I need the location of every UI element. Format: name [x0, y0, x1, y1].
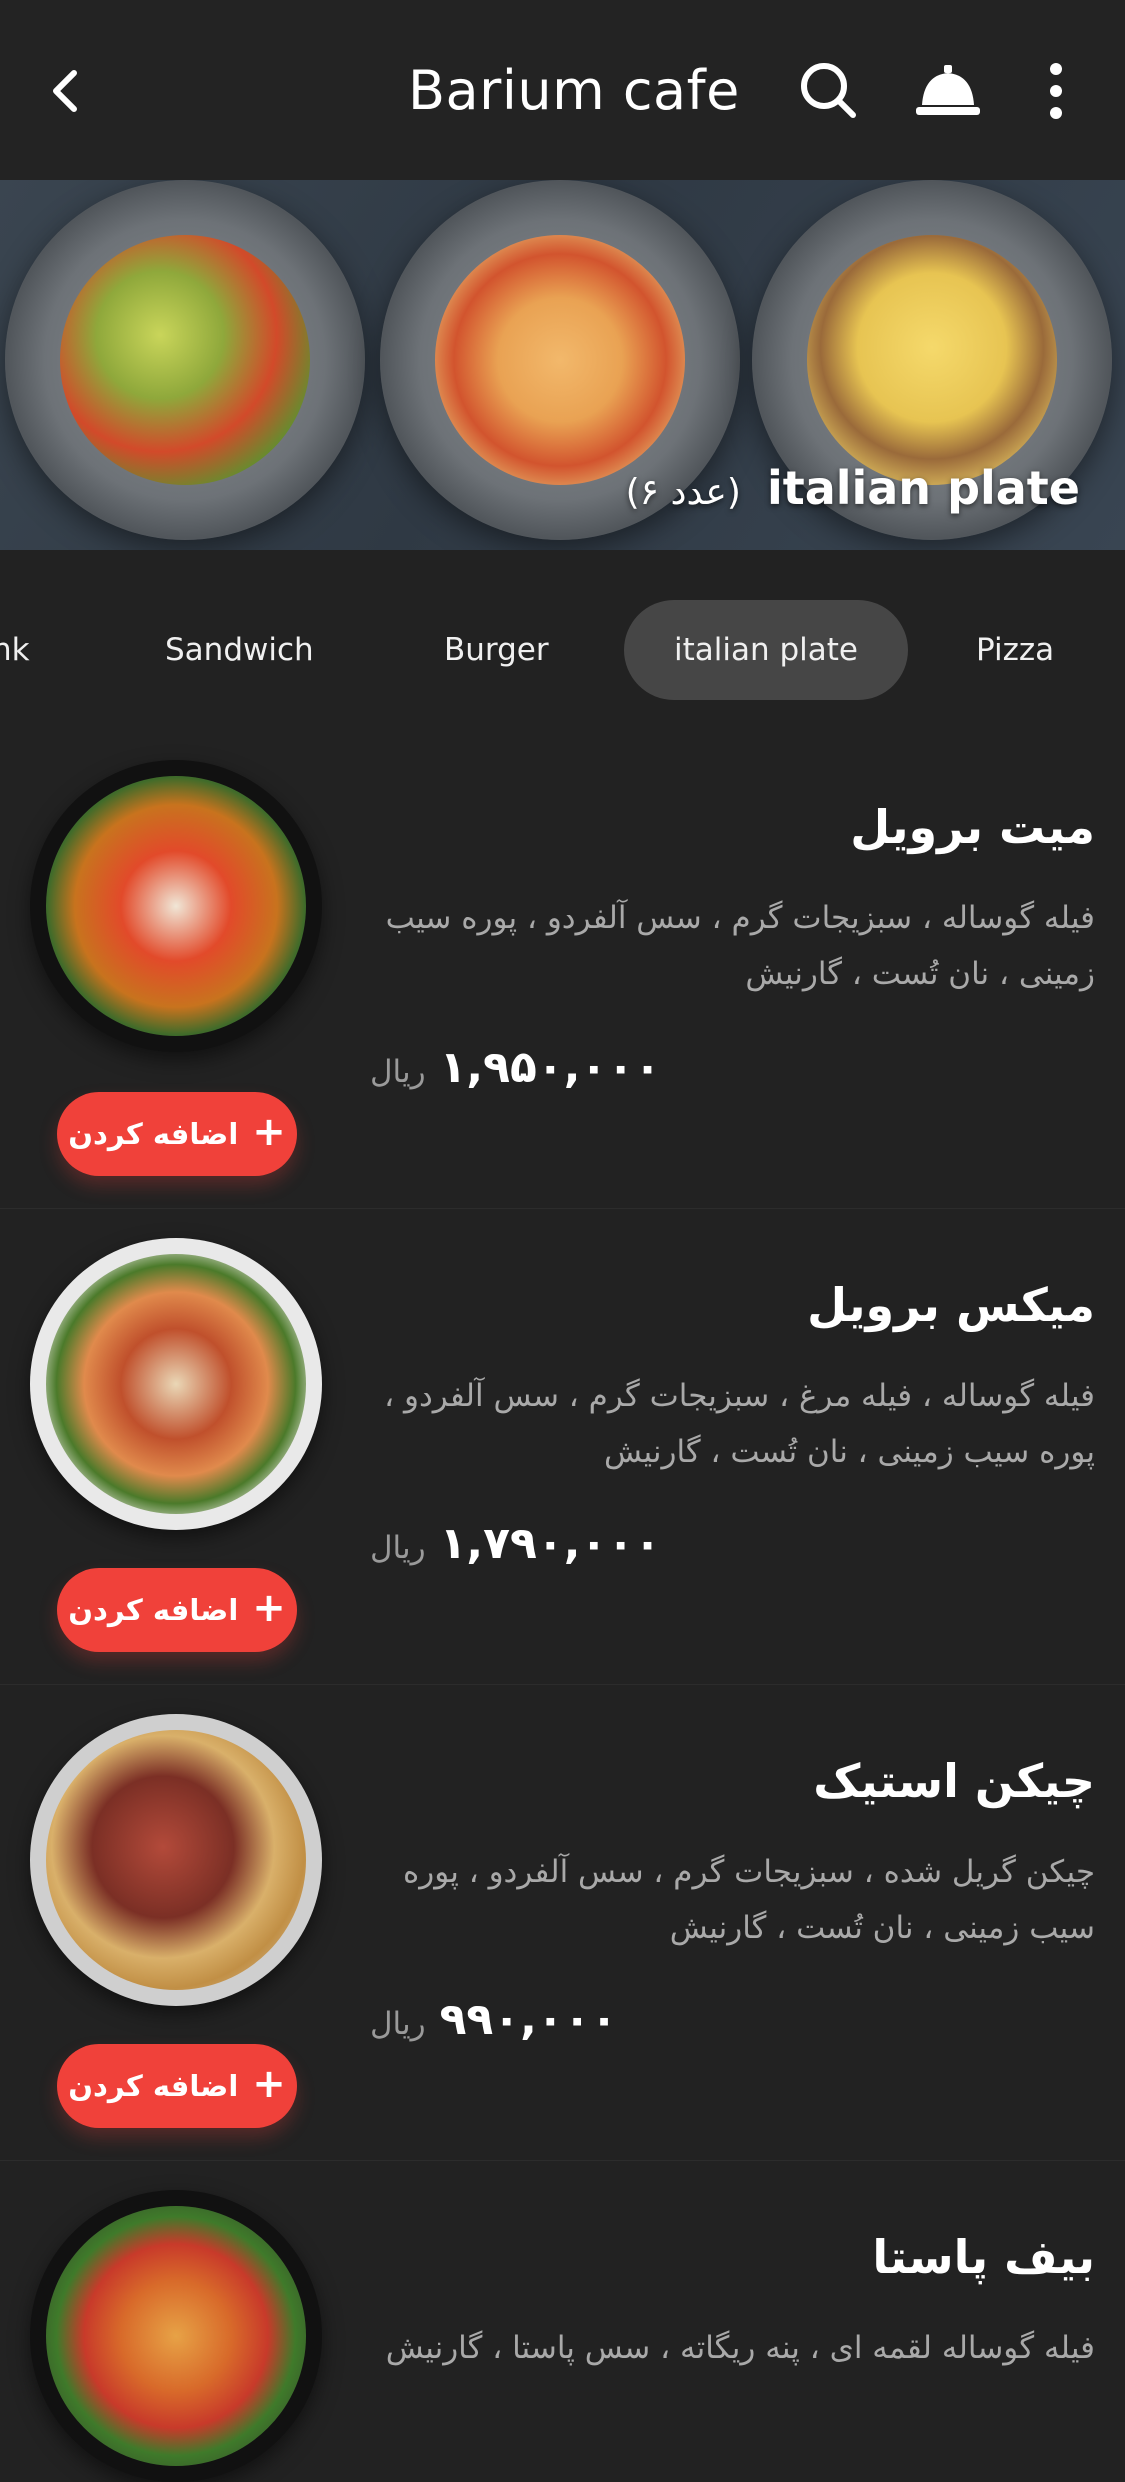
item-description: فیله گوساله لقمه ای ، پنه ریگاته ، سس پا…	[385, 2330, 1095, 2366]
currency-label: ریال	[370, 2006, 426, 2042]
item-description: فیله گوساله ، فیله مرغ ، سبزیجات گرم ، س…	[384, 1378, 1095, 1470]
back-button[interactable]	[40, 55, 100, 127]
item-name: میت برویل	[850, 800, 1095, 854]
category-name: italian plate	[766, 461, 1080, 515]
menu-item[interactable]: اضافه کردن + چیکن استیک چیکن گریل شده ، …	[0, 1684, 1125, 2161]
add-button-label: اضافه کردن	[68, 1117, 239, 1151]
more-options-button[interactable]	[1020, 55, 1092, 127]
plus-icon: +	[252, 1585, 286, 1631]
service-bell-icon	[916, 65, 980, 115]
search-button[interactable]	[793, 55, 865, 127]
banner-category-label: (۶ عدد) italian plate	[626, 458, 1080, 523]
more-vert-icon	[1050, 63, 1062, 119]
item-name: میکس برویل	[807, 1278, 1095, 1332]
add-button-label: اضافه کردن	[68, 1593, 239, 1627]
item-description: چیکن گریل شده ، سبزیجات گرم ، سس آلفردو …	[403, 1854, 1095, 1946]
add-to-cart-button[interactable]: اضافه کردن +	[57, 1568, 297, 1652]
add-button-label: اضافه کردن	[68, 2069, 239, 2103]
price-amount: ۱,۷۹۰,۰۰۰	[439, 1518, 661, 1569]
add-to-cart-button[interactable]: اضافه کردن +	[57, 2044, 297, 2128]
plus-icon: +	[252, 2061, 286, 2107]
item-photo	[30, 1238, 322, 1530]
tab-burger[interactable]: Burger	[444, 600, 549, 700]
page-title: Barium cafe	[408, 59, 740, 122]
price-amount: ۱,۹۵۰,۰۰۰	[439, 1042, 661, 1093]
plus-icon: +	[252, 1109, 286, 1155]
price-amount: ۹۹۰,۰۰۰	[439, 1994, 618, 2045]
tab-pizza[interactable]: Pizza	[976, 600, 1054, 700]
item-photo	[30, 1714, 322, 2006]
item-count: (۶ عدد)	[625, 472, 741, 513]
item-description: فیله گوساله ، سبزیجات گرم ، سس آلفردو ، …	[385, 900, 1095, 992]
currency-label: ریال	[370, 1054, 426, 1090]
search-icon	[801, 63, 856, 118]
app-header: Barium cafe	[0, 0, 1125, 180]
call-waiter-button[interactable]	[912, 55, 984, 127]
add-to-cart-button[interactable]: اضافه کردن +	[57, 1092, 297, 1176]
dish-photo	[5, 180, 365, 540]
category-banner: (۶ عدد) italian plate	[0, 180, 1125, 550]
menu-item[interactable]: اضافه کردن + میت برویل فیله گوساله ، سبز…	[0, 730, 1125, 1209]
category-tabs: nk Sandwich Burger italian plate Pizza	[0, 590, 1125, 710]
tab-drink[interactable]: nk	[0, 600, 30, 700]
item-price: ریال ۹۹۰,۰۰۰	[370, 1994, 617, 2045]
menu-item[interactable]: بیف پاستا فیله گوساله لقمه ای ، پنه ریگا…	[0, 2160, 1125, 2482]
item-price: ریال ۱,۷۹۰,۰۰۰	[370, 1518, 661, 1569]
item-name: چیکن استیک	[813, 1754, 1095, 1808]
item-name: بیف پاستا	[872, 2230, 1095, 2284]
item-price: ریال ۱,۹۵۰,۰۰۰	[370, 1042, 661, 1093]
tab-sandwich[interactable]: Sandwich	[165, 600, 314, 700]
currency-label: ریال	[370, 1530, 426, 1566]
item-photo	[30, 760, 322, 1052]
tab-italian-plate[interactable]: italian plate	[624, 600, 909, 700]
back-icon	[53, 70, 77, 112]
item-photo	[30, 2190, 322, 2482]
menu-item[interactable]: اضافه کردن + میکس برویل فیله گوساله ، فی…	[0, 1208, 1125, 1685]
